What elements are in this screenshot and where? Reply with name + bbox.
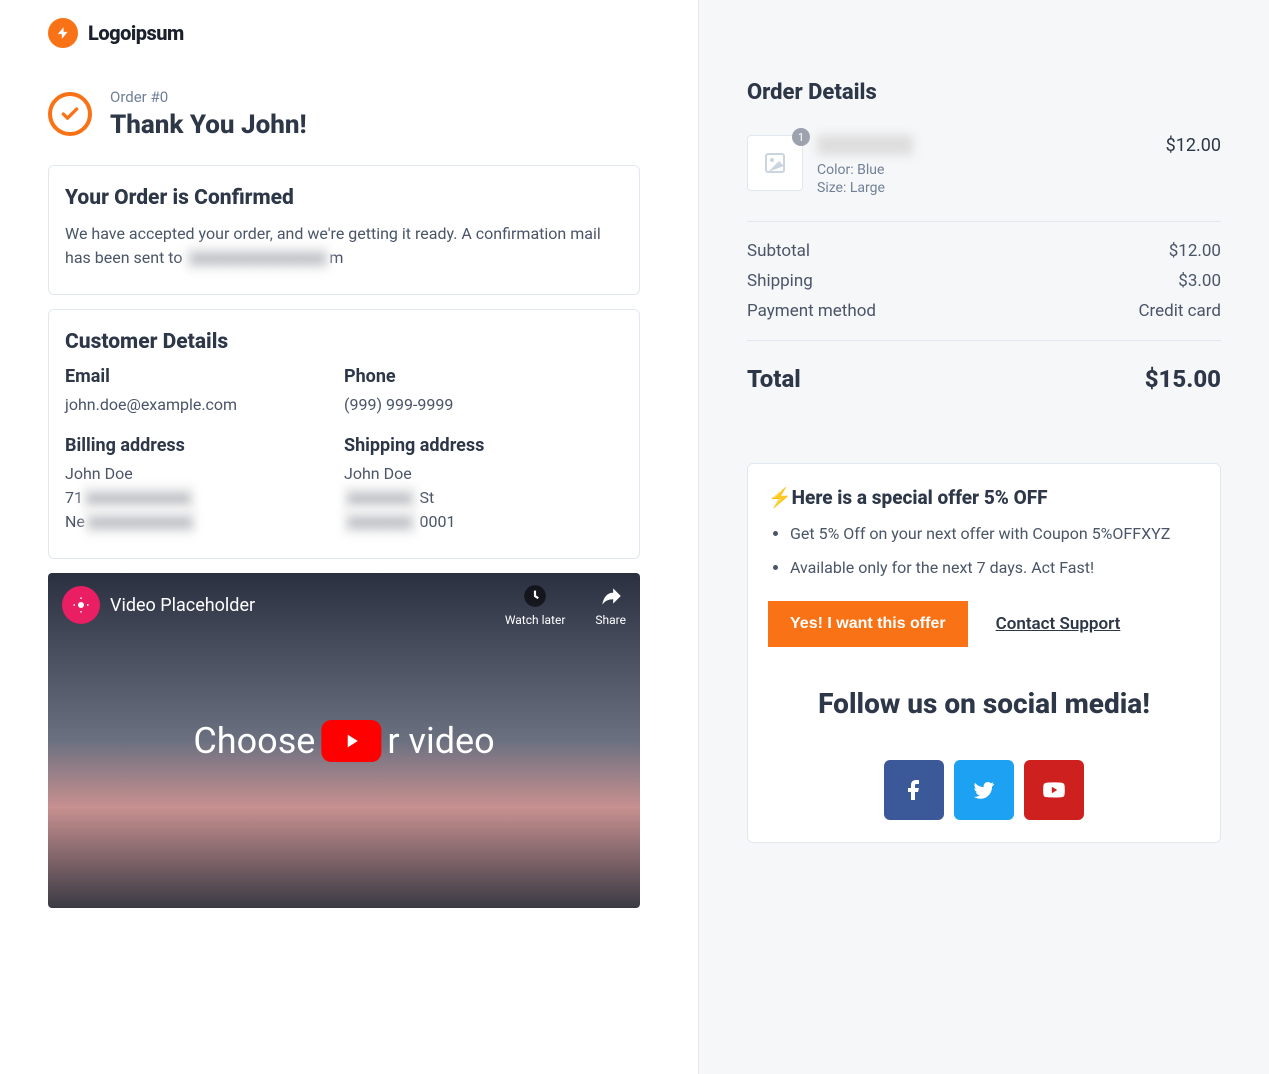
order-details-title: Order Details	[747, 80, 1221, 105]
video-channel-avatar-icon[interactable]	[62, 586, 100, 624]
thank-you-header: Order #0 Thank You John!	[48, 88, 640, 140]
order-number: Order #0	[110, 88, 307, 106]
offer-bullet: Available only for the next 7 days. Act …	[790, 555, 1200, 581]
shipping-value: $3.00	[1178, 271, 1221, 291]
special-offer-card: ⚡Here is a special offer 5% OFF Get 5% O…	[747, 463, 1221, 842]
redacted-email: xxxxxxxxxxxxxxxxx	[186, 246, 329, 270]
offer-title: ⚡Here is a special offer 5% OFF	[768, 486, 1200, 509]
billing-address-value: John Doe 71xxxxxxxxxxxxx Nexxxxxxxxxxxxx	[65, 462, 344, 534]
video-player[interactable]: Video Placeholder Watch later Share Choo…	[48, 573, 640, 908]
contact-support-link[interactable]: Contact Support	[996, 614, 1121, 634]
play-button-icon[interactable]	[321, 720, 381, 762]
youtube-button[interactable]	[1024, 760, 1084, 820]
subtotal-label: Subtotal	[747, 241, 810, 261]
youtube-icon	[1041, 777, 1067, 803]
shipping-label: Shipping	[747, 271, 813, 291]
payment-method-label: Payment method	[747, 301, 876, 321]
item-quantity-badge: 1	[792, 128, 810, 146]
logo-text: Logoipsum	[88, 21, 184, 45]
total-label: Total	[747, 365, 801, 393]
order-confirmed-body: We have accepted your order, and we're g…	[65, 222, 623, 270]
item-thumbnail: 1	[747, 135, 803, 191]
accept-offer-button[interactable]: Yes! I want this offer	[768, 601, 968, 647]
order-summary: Subtotal $12.00 Shipping $3.00 Payment m…	[747, 222, 1221, 341]
watch-later-button[interactable]: Watch later	[505, 583, 566, 627]
total-value: $15.00	[1145, 365, 1221, 393]
logo: Logoipsum	[48, 18, 640, 48]
subtotal-value: $12.00	[1169, 241, 1221, 261]
offer-bullets: Get 5% Off on your next offer with Coupo…	[768, 521, 1200, 580]
phone-value: (999) 999-9999	[344, 393, 623, 417]
item-variant-color: Color: Blue	[817, 161, 1152, 179]
video-title: Video Placeholder	[110, 595, 255, 616]
social-heading: Follow us on social media!	[768, 687, 1200, 720]
facebook-button[interactable]	[884, 760, 944, 820]
share-button[interactable]: Share	[595, 583, 626, 627]
email-value: john.doe@example.com	[65, 393, 344, 417]
check-circle-icon	[48, 92, 92, 136]
email-label: Email	[65, 366, 344, 387]
offer-bullet: Get 5% Off on your next offer with Coupo…	[790, 521, 1200, 547]
shipping-address-value: John Doe xxxxxxxx St xxxxxxxx 0001	[344, 462, 623, 534]
order-confirmed-title: Your Order is Confirmed	[65, 186, 623, 210]
twitter-button[interactable]	[954, 760, 1014, 820]
order-item: 1 Color: Blue Size: Large $12.00	[747, 135, 1221, 222]
logo-mark-icon	[48, 18, 78, 48]
twitter-icon	[972, 778, 996, 802]
phone-label: Phone	[344, 366, 623, 387]
order-confirmed-card: Your Order is Confirmed We have accepted…	[48, 165, 640, 295]
facebook-icon	[902, 778, 926, 802]
payment-method-value: Credit card	[1138, 301, 1221, 321]
video-overlay-text: Choose r video	[193, 720, 494, 762]
item-price: $12.00	[1166, 135, 1221, 156]
billing-address-label: Billing address	[65, 435, 344, 456]
order-total: Total $15.00	[747, 341, 1221, 393]
customer-details-title: Customer Details	[65, 330, 623, 354]
item-name-redacted	[817, 135, 913, 155]
customer-details-card: Customer Details Email john.doe@example.…	[48, 309, 640, 559]
shipping-address-label: Shipping address	[344, 435, 623, 456]
item-variant-size: Size: Large	[817, 179, 1152, 197]
thank-you-title: Thank You John!	[110, 110, 307, 140]
